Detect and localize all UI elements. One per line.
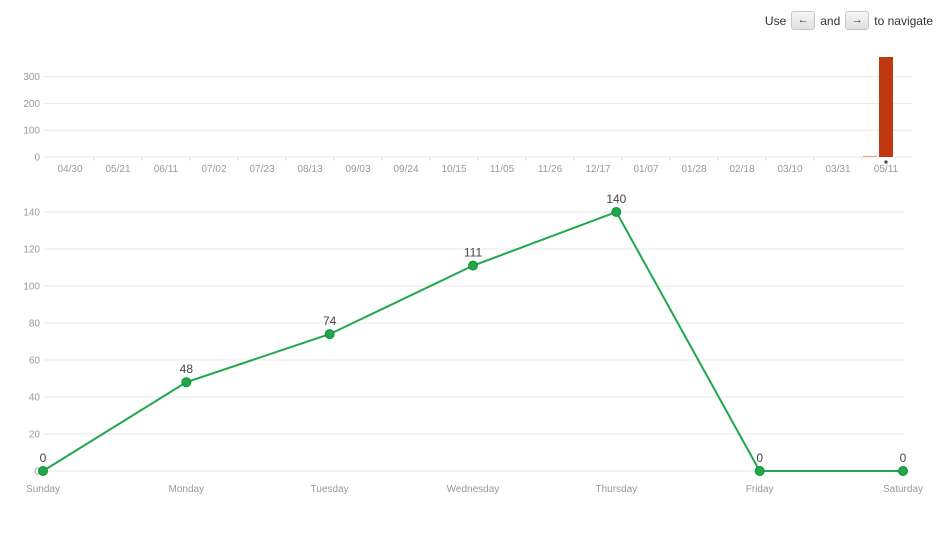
bar-x-tick-label: 01/07 <box>633 164 658 175</box>
line-x-tick-label: Sunday <box>26 484 60 495</box>
bar-x-tick-label: 06/11 <box>154 164 179 175</box>
data-label: 0 <box>40 451 47 465</box>
bar-selected-marker <box>884 160 888 164</box>
bar-x-tick-label: 03/31 <box>825 164 850 175</box>
line-x-tick-label: Saturday <box>883 484 923 495</box>
bar-x-tick-label: 05/21 <box>105 164 130 175</box>
data-label: 48 <box>180 362 194 376</box>
bar-x-tick-label: 10/15 <box>441 164 466 175</box>
data-point <box>611 207 622 217</box>
bar-x-tick-label: 01/28 <box>681 164 706 175</box>
data-point <box>324 329 335 340</box>
line-y-tick-label: 140 <box>23 208 40 219</box>
bar-x-tick-label: 11/26 <box>538 164 563 175</box>
line-y-tick-label: 80 <box>29 319 41 330</box>
line-y-tick-label: 40 <box>29 393 41 404</box>
data-label: 0 <box>756 451 763 465</box>
line-y-tick-label: 100 <box>23 282 40 293</box>
line-y-tick-label: 20 <box>29 430 41 441</box>
data-label: 140 <box>606 192 626 206</box>
bar-x-tick-label: 12/17 <box>585 164 610 175</box>
line-y-tick-label: 60 <box>29 356 41 367</box>
bar-x-tick-label: 03/10 <box>777 164 802 175</box>
bar-x-tick-label: 07/02 <box>201 164 226 175</box>
bar-x-tick-label: 11/05 <box>490 164 515 175</box>
data-label: 74 <box>323 314 337 328</box>
line-y-tick-label: 120 <box>23 245 40 256</box>
data-point <box>754 466 765 476</box>
weekday-line-chart: 0 20 40 60 80 100 120 140 Sunday Monday Tuesday Wed… <box>23 192 923 495</box>
bar-x-tick-label: 04/30 <box>57 164 82 175</box>
data-point <box>38 466 48 476</box>
charts-canvas: 010020030004/30 05/21 06/11 07/02 07/23 08/13… <box>23 57 923 495</box>
data-point <box>898 466 908 476</box>
line-x-tick-label: Friday <box>746 484 774 495</box>
bar-x-tick-label: 07/23 <box>249 164 274 175</box>
bar-y-tick-label: 200 <box>23 99 40 110</box>
bar-y-tick-label: 100 <box>23 126 40 137</box>
bar-x-tick-label: 02/18 <box>729 164 754 175</box>
data-point <box>468 260 478 271</box>
bar-x-tick-label: 08/13 <box>297 164 322 175</box>
data-point <box>181 377 192 388</box>
line-x-tick-label: Thursday <box>595 484 637 495</box>
bar-x-tick-label: 05/11 <box>874 164 899 175</box>
bar-small <box>863 155 877 157</box>
bar-x-tick-label: 09/24 <box>393 164 418 175</box>
line-x-tick-label: Wednesday <box>447 484 500 495</box>
data-label: 111 <box>464 246 483 260</box>
line-x-tick-label: Tuesday <box>311 484 349 495</box>
overview-bar-chart: 0 100 200 300 04/30 05/21 06/11 07/02 07/23 08/13… <box>23 57 912 175</box>
bar <box>879 57 893 157</box>
bar-x-tick-label: 09/03 <box>345 164 370 175</box>
bar-y-tick-label: 300 <box>23 72 40 83</box>
bar-y-tick-label: 0 <box>34 153 40 164</box>
data-label: 0 <box>900 451 907 465</box>
line-x-tick-label: Monday <box>169 484 205 495</box>
